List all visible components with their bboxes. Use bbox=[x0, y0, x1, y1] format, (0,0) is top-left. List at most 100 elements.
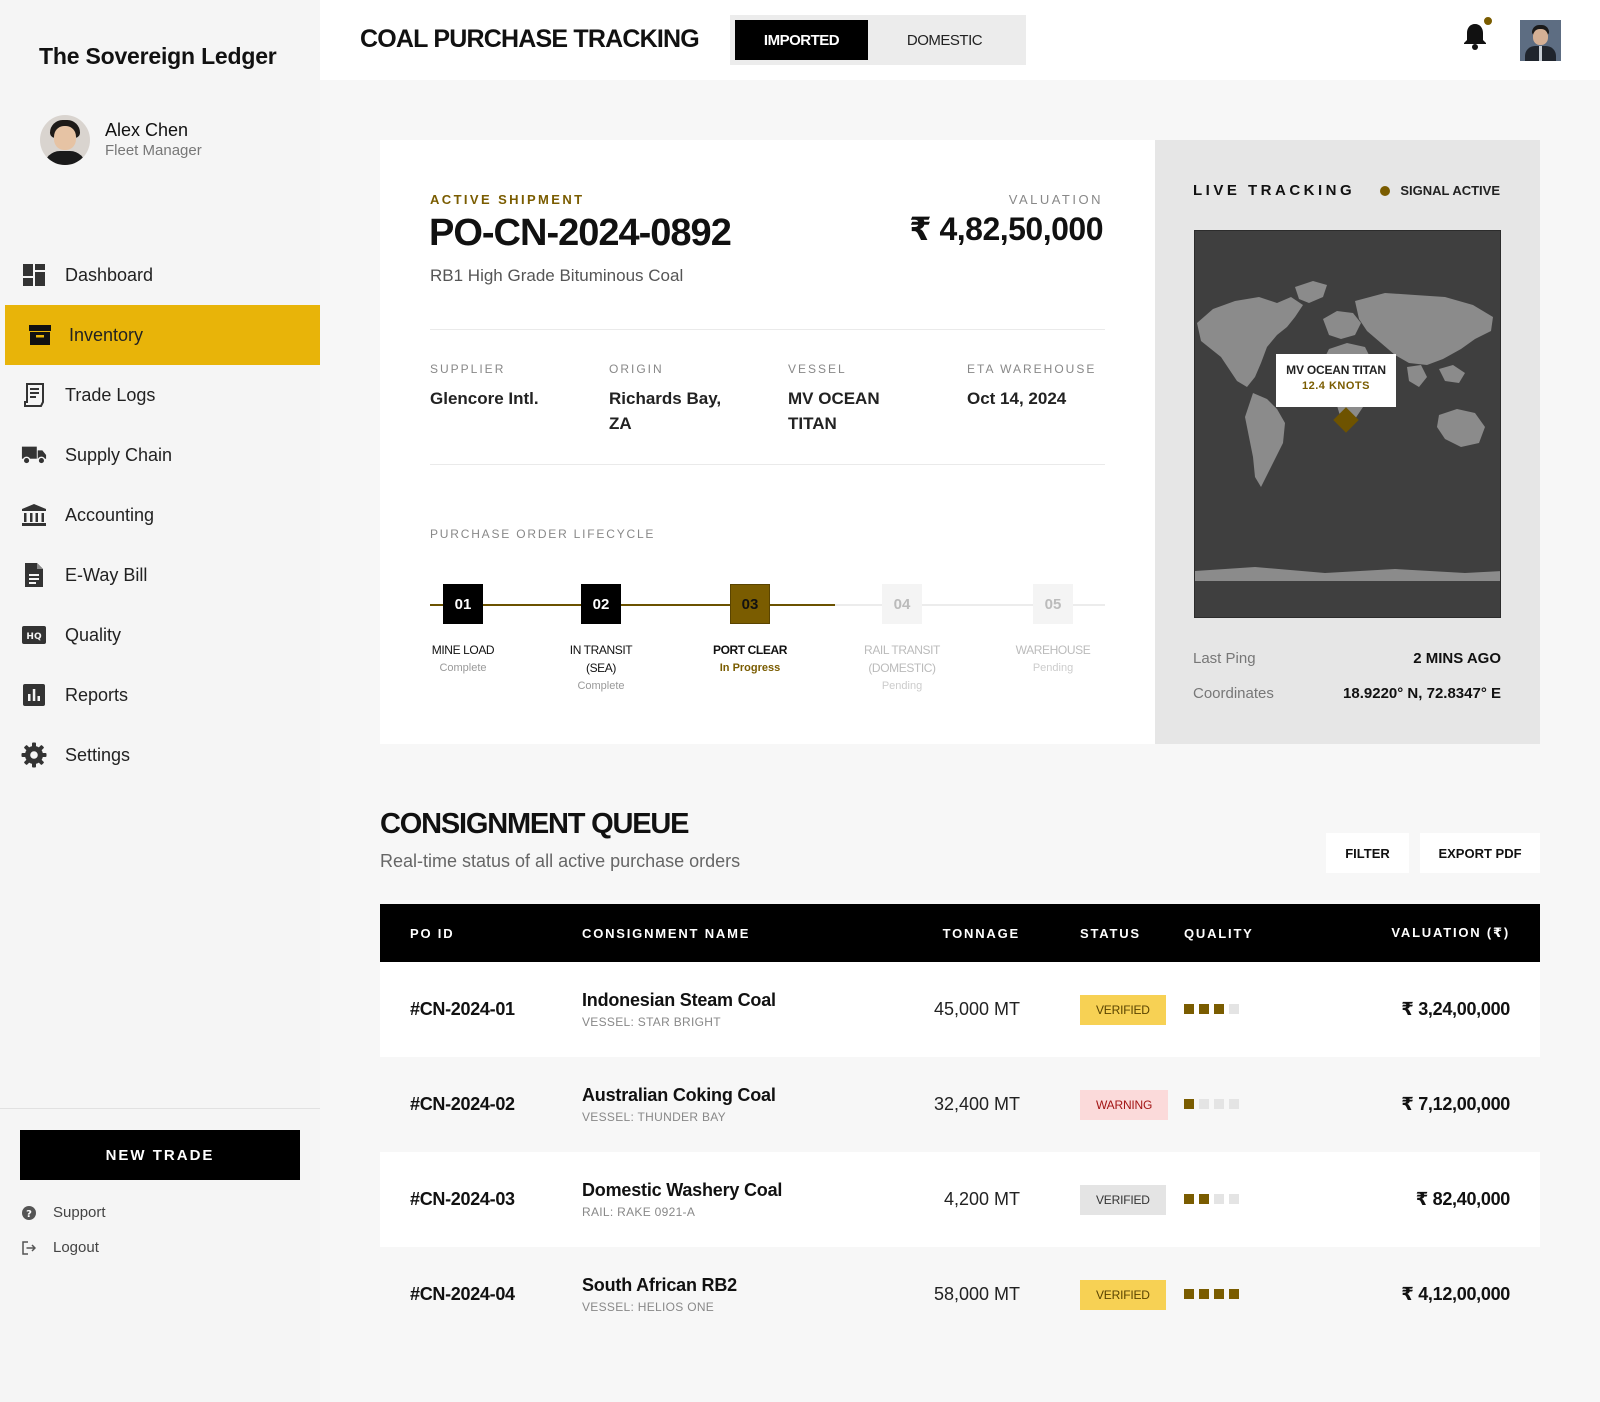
column-header-tonnage[interactable]: TONNAGE bbox=[840, 926, 1020, 941]
column-header-quality[interactable]: QUALITY bbox=[1184, 926, 1348, 941]
divider bbox=[430, 329, 1105, 330]
user-profile[interactable]: Alex Chen Fleet Manager bbox=[40, 115, 202, 165]
signal-label: SIGNAL ACTIVE bbox=[1400, 183, 1500, 198]
meta-supplier: SUPPLIER Glencore Intl. bbox=[430, 362, 590, 411]
coordinates-value: 18.9220° N, 72.8347° E bbox=[1343, 685, 1501, 702]
table-row[interactable]: #CN-2024-01 Indonesian Steam Coal VESSEL: … bbox=[380, 962, 1540, 1057]
quality-square bbox=[1184, 1098, 1194, 1109]
quality-square bbox=[1214, 1003, 1224, 1014]
coordinates-row: Coordinates 18.9220° N, 72.8347° E bbox=[1193, 685, 1501, 702]
world-map[interactable]: MV OCEAN TITAN 12.4 KNOTS bbox=[1194, 230, 1501, 618]
status-badge[interactable]: VERIFIED bbox=[1080, 1184, 1166, 1215]
sidebar-item-accounting[interactable]: Accounting bbox=[5, 485, 320, 545]
sidebar-item-quality[interactable]: HQ Quality bbox=[5, 605, 320, 665]
table-row[interactable]: #CN-2024-02 Australian Coking Coal VESSEL:… bbox=[380, 1057, 1540, 1152]
sidebar-item-dashboard[interactable]: Dashboard bbox=[5, 245, 320, 305]
lifecycle-step-3[interactable]: 03 PORT CLEAR In Progress bbox=[695, 584, 805, 677]
table-header: PO ID CONSIGNMENT NAME TONNAGE STATUS QU… bbox=[380, 904, 1540, 962]
lifecycle-step-2[interactable]: 02 IN TRANSIT (SEA) Complete bbox=[546, 584, 656, 695]
consignment-name: Indonesian Steam Coal bbox=[582, 990, 776, 1010]
status-badge[interactable]: VERIFIED bbox=[1080, 994, 1166, 1025]
step-name: RAIL TRANSIT (DOMESTIC) bbox=[864, 643, 940, 675]
page-title: COAL PURCHASE TRACKING bbox=[360, 25, 700, 53]
logout-link[interactable]: Logout bbox=[22, 1239, 99, 1256]
step-name: MINE LOAD bbox=[431, 643, 495, 657]
status-cell: VERIFIED bbox=[1020, 1184, 1184, 1215]
signal-status: SIGNAL ACTIVE bbox=[1380, 183, 1500, 198]
segment-domestic[interactable]: DOMESTIC bbox=[868, 20, 1021, 60]
valuation-label: VALUATION bbox=[1008, 192, 1103, 207]
sidebar-item-reports[interactable]: Reports bbox=[5, 665, 320, 725]
sidebar-item-label: Reports bbox=[65, 684, 129, 705]
quality-square bbox=[1229, 1003, 1239, 1014]
column-header-valuation[interactable]: VALUATION (₹) bbox=[1348, 925, 1540, 941]
sidebar-item-label: E-Way Bill bbox=[65, 564, 148, 585]
queue-title: CONSIGNMENT QUEUE bbox=[380, 808, 689, 840]
step-number: 05 bbox=[1033, 584, 1073, 624]
table-row[interactable]: #CN-2024-03 Domestic Washery Coal RAIL: RA… bbox=[380, 1152, 1540, 1247]
sidebar-item-e-way-bill[interactable]: E-Way Bill bbox=[5, 545, 320, 605]
meta-label: ORIGIN bbox=[609, 362, 664, 376]
shipment-eyebrow: ACTIVE SHIPMENT bbox=[430, 192, 585, 207]
po-id: #CN-2024-04 bbox=[410, 1284, 515, 1304]
step-number: 02 bbox=[581, 584, 621, 624]
sidebar-item-label: Quality bbox=[65, 624, 122, 645]
status-badge[interactable]: VERIFIED bbox=[1080, 1279, 1166, 1310]
support-link[interactable]: ? Support bbox=[22, 1204, 106, 1221]
valuation: ₹ 4,12,00,000 bbox=[1401, 1284, 1510, 1304]
consignment-table: PO ID CONSIGNMENT NAME TONNAGE STATUS QU… bbox=[380, 904, 1540, 1342]
consignment-cell: Australian Coking Coal VESSEL: THUNDER BA… bbox=[582, 1085, 840, 1124]
quality-meter bbox=[1184, 1288, 1239, 1299]
header-avatar[interactable] bbox=[1520, 20, 1561, 61]
notification-dot bbox=[1483, 16, 1493, 26]
help-icon: ? bbox=[22, 1205, 36, 1220]
status-cell: WARNING bbox=[1020, 1089, 1184, 1120]
coordinates-label: Coordinates bbox=[1193, 685, 1274, 702]
consignment-vessel: VESSEL: HELIOS ONE bbox=[582, 1300, 715, 1314]
user-role: Fleet Manager bbox=[105, 142, 202, 159]
step-state: Complete bbox=[577, 680, 625, 692]
logout-icon bbox=[22, 1240, 36, 1255]
lifecycle-step-1[interactable]: 01 MINE LOAD Complete bbox=[403, 584, 523, 677]
export-pdf-button[interactable]: EXPORT PDF bbox=[1420, 833, 1540, 873]
consignment-cell: South African RB2 VESSEL: HELIOS ONE bbox=[582, 1275, 840, 1314]
column-header-po-id[interactable]: PO ID bbox=[380, 926, 582, 941]
step-name: WAREHOUSE bbox=[1015, 643, 1091, 657]
new-trade-button[interactable]: NEW TRADE bbox=[20, 1130, 300, 1180]
sidebar-item-inventory[interactable]: Inventory bbox=[5, 305, 320, 365]
quality-square bbox=[1199, 1193, 1209, 1204]
po-id: #CN-2024-02 bbox=[410, 1094, 515, 1114]
vessel-tooltip: MV OCEAN TITAN 12.4 KNOTS bbox=[1276, 354, 1396, 407]
divider bbox=[430, 464, 1105, 465]
tonnage: 4,200 MT bbox=[943, 1189, 1020, 1209]
po-number: PO-CN-2024-0892 bbox=[429, 212, 732, 254]
column-header-name[interactable]: CONSIGNMENT NAME bbox=[582, 926, 840, 941]
segment-imported[interactable]: IMPORTED bbox=[735, 20, 868, 60]
consignment-vessel: RAIL: RAKE 0921-A bbox=[582, 1205, 696, 1219]
consignment-cell: Domestic Washery Coal RAIL: RAKE 0921-A bbox=[582, 1180, 840, 1219]
dashboard-icon bbox=[21, 262, 47, 288]
filter-button[interactable]: FILTER bbox=[1326, 833, 1409, 873]
meta-eta: ETA WAREHOUSE Oct 14, 2024 bbox=[967, 362, 1127, 411]
logout-label: Logout bbox=[53, 1239, 99, 1256]
lifecycle-step-5[interactable]: 05 WAREHOUSE Pending bbox=[998, 584, 1108, 677]
lifecycle-step-4[interactable]: 04 RAIL TRANSIT (DOMESTIC) Pending bbox=[837, 584, 967, 695]
step-state: Pending bbox=[1032, 662, 1074, 674]
step-number: 01 bbox=[443, 584, 483, 624]
sidebar-item-label: Supply Chain bbox=[65, 444, 173, 465]
notifications-button[interactable] bbox=[1463, 16, 1493, 54]
column-header-status[interactable]: STATUS bbox=[1020, 926, 1184, 941]
consignment-vessel: VESSEL: THUNDER BAY bbox=[582, 1110, 726, 1124]
meta-origin: ORIGIN Richards Bay, ZA bbox=[609, 362, 744, 436]
table-row[interactable]: #CN-2024-04 South African RB2 VESSEL: HELI… bbox=[380, 1247, 1540, 1342]
active-shipment-card: ACTIVE SHIPMENT PO-CN-2024-0892 RB1 High… bbox=[380, 140, 1155, 744]
status-badge[interactable]: WARNING bbox=[1080, 1089, 1169, 1120]
sidebar-item-supply-chain[interactable]: Supply Chain bbox=[5, 425, 320, 485]
valuation: ₹ 82,40,000 bbox=[1415, 1189, 1511, 1209]
status-cell: VERIFIED bbox=[1020, 994, 1184, 1025]
sidebar-item-trade-logs[interactable]: Trade Logs bbox=[5, 365, 320, 425]
sidebar-item-settings[interactable]: Settings bbox=[5, 725, 320, 785]
po-id: #CN-2024-01 bbox=[410, 999, 515, 1019]
meta-value: Oct 14, 2024 bbox=[967, 389, 1067, 408]
truck-icon bbox=[21, 442, 47, 468]
